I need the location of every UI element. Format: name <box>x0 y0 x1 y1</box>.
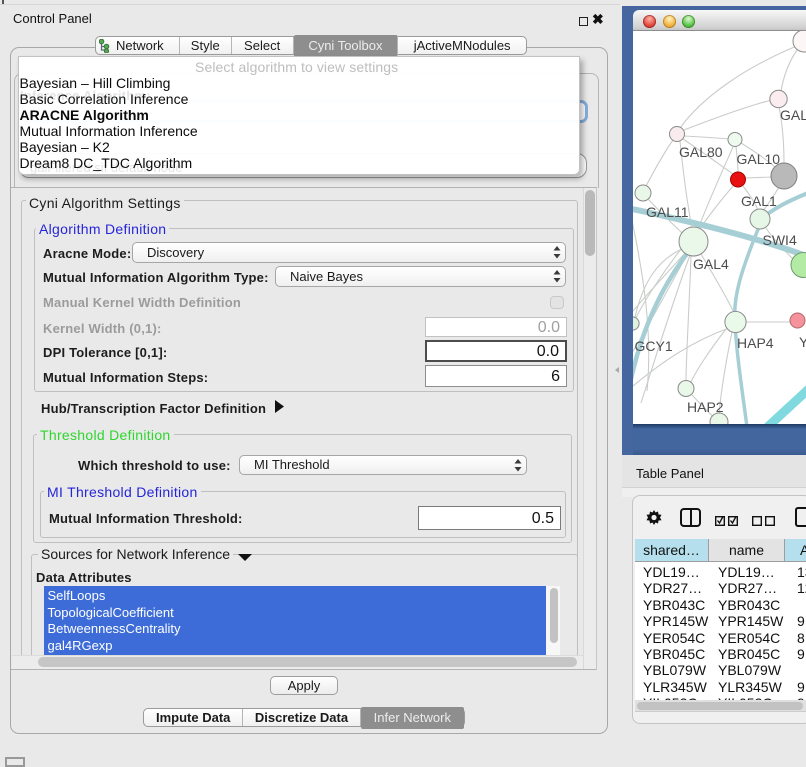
svg-text:HAP2: HAP2 <box>687 399 724 415</box>
svg-text:GAL1: GAL1 <box>741 193 777 209</box>
svg-text:Y: Y <box>799 334 806 350</box>
svg-text:HAP4: HAP4 <box>737 335 774 351</box>
svg-text:GAL10: GAL10 <box>737 151 781 167</box>
svg-text:SWI4: SWI4 <box>763 232 797 248</box>
svg-text:GAL11: GAL11 <box>646 204 689 220</box>
svg-text:GAL4: GAL4 <box>693 256 729 272</box>
svg-text:GCY1: GCY1 <box>635 338 673 354</box>
svg-text:GAL2: GAL2 <box>780 107 806 123</box>
svg-text:GAL80: GAL80 <box>679 144 723 160</box>
